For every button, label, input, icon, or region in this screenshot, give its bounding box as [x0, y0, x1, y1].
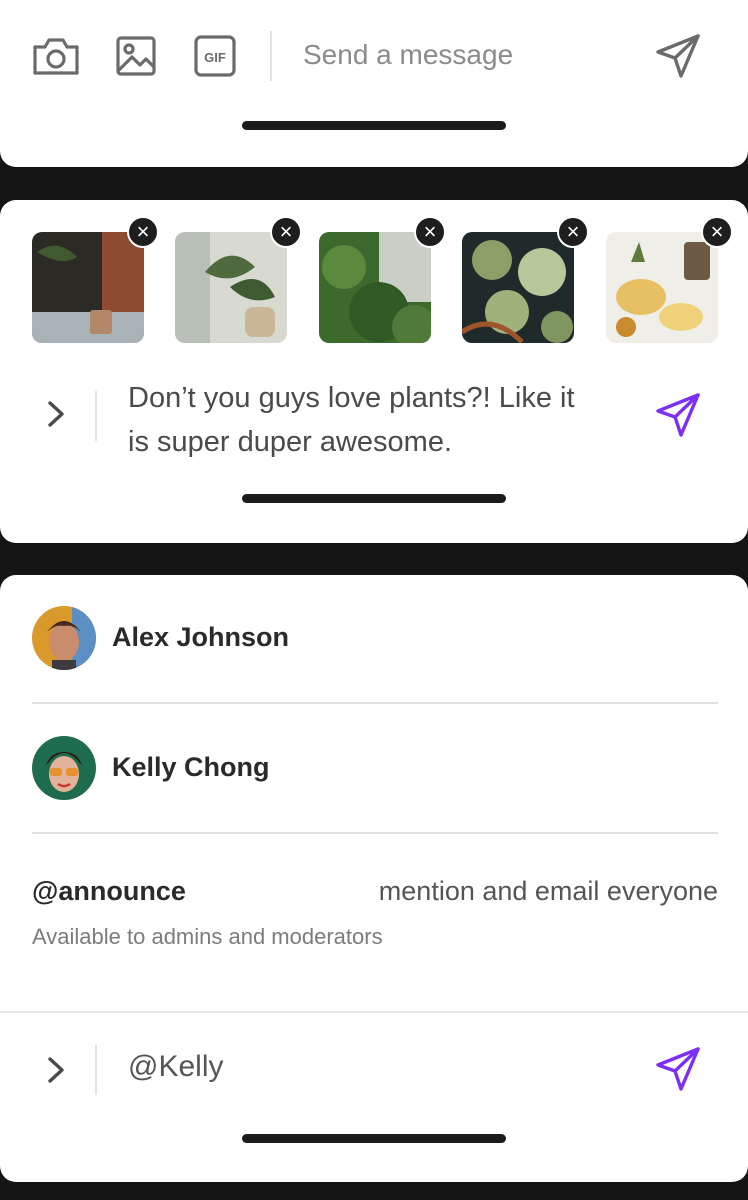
home-indicator [242, 494, 506, 503]
camera-icon[interactable] [30, 34, 82, 78]
home-indicator [242, 121, 506, 130]
mention-row-kelly[interactable]: Kelly Chong [32, 736, 718, 800]
attachment-thumbnail[interactable] [32, 232, 144, 343]
attachment-composer-card: × × × × × Don’t you guys love plants?! L… [0, 200, 748, 543]
composer-divider [95, 1045, 97, 1095]
message-input[interactable]: Send a message [303, 39, 513, 71]
chevron-right-icon[interactable] [42, 1054, 70, 1086]
mention-row-alex[interactable]: Alex Johnson [32, 606, 718, 670]
message-input[interactable]: Don’t you guys love plants?! Like it is … [128, 376, 628, 464]
message-input[interactable]: @Kelly [128, 1050, 223, 1084]
avatar [32, 736, 96, 800]
remove-attachment-button[interactable]: × [127, 216, 159, 248]
avatar [32, 606, 96, 670]
remove-attachment-button[interactable]: × [270, 216, 302, 248]
remove-attachment-button[interactable]: × [557, 216, 589, 248]
image-icon[interactable] [114, 34, 158, 78]
row-divider [32, 702, 718, 704]
home-indicator [242, 1134, 506, 1143]
message-line: is super duper awesome. [128, 426, 452, 458]
remove-attachment-button[interactable]: × [701, 216, 733, 248]
user-name: Kelly Chong [112, 752, 270, 782]
attachment-thumbnail[interactable] [175, 232, 287, 343]
message-line: Don’t you guys love plants?! Like it [128, 382, 575, 414]
mention-panel-card: Alex Johnson Kelly Chong @announce menti… [0, 575, 748, 1182]
row-divider [32, 832, 718, 834]
attachment-thumbnail[interactable] [606, 232, 718, 343]
empty-composer-card: GIF Send a message [0, 0, 748, 167]
send-icon[interactable] [654, 32, 702, 80]
panel-divider [0, 1011, 748, 1013]
gif-icon[interactable]: GIF [194, 35, 236, 77]
remove-attachment-button[interactable]: × [414, 216, 446, 248]
announce-description: mention and email everyone [378, 876, 718, 906]
announce-note: Available to admins and moderators [32, 924, 383, 949]
composer-divider [95, 391, 97, 441]
chevron-right-icon[interactable] [42, 398, 70, 430]
send-icon[interactable] [654, 1045, 702, 1093]
attachment-thumbnail[interactable] [319, 232, 431, 343]
attachment-thumbnail[interactable] [462, 232, 574, 343]
send-icon[interactable] [654, 391, 702, 439]
gif-label: GIF [204, 50, 226, 65]
announce-handle[interactable]: @announce [32, 876, 186, 907]
user-name: Alex Johnson [112, 622, 290, 652]
composer-divider [270, 31, 272, 81]
